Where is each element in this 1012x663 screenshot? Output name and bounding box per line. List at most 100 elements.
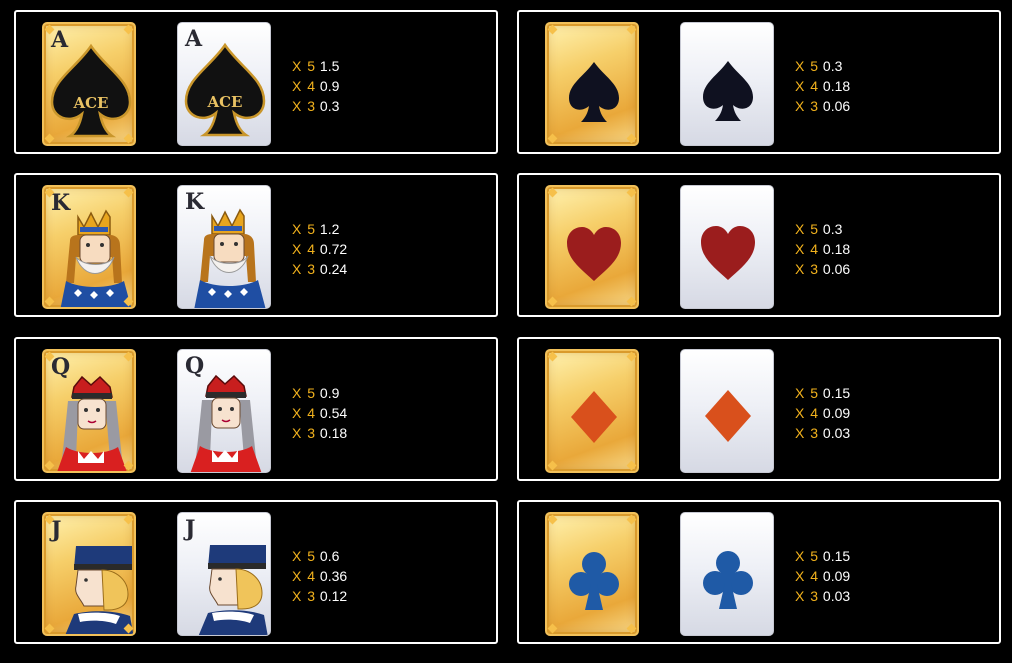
multiplier-label: X 3 [795,588,820,604]
payout-row: X 5 0.6 [292,546,347,566]
payout-row: X 5 1.2 [292,219,347,239]
club-icon [569,552,619,610]
multiplier-label: X 3 [292,98,317,114]
payout-row: X 3 0.03 [795,423,850,443]
payout-value: 0.9 [319,78,340,94]
multiplier-label: X 4 [795,241,820,257]
multiplier-label: X 5 [292,385,317,401]
card-rank: J [185,516,196,542]
multiplier-label: X 3 [292,425,317,441]
payout-value: 0.06 [822,98,851,114]
multiplier-label: X 4 [292,405,317,421]
paytable-panel-queen: Q Q X 5 0.9 X 4 0.54 X 3 0.18 [14,337,498,481]
jack-silver-card: J [177,512,271,636]
payout-value: 0.03 [822,588,851,604]
payout-row: X 5 1.5 [292,56,339,76]
multiplier-label: X 3 [795,98,820,114]
payout-value: 0.06 [822,261,851,277]
ace-label: ACE [72,94,108,112]
payout-list: X 5 1.5 X 4 0.9 X 3 0.3 [292,56,339,116]
payout-row: X 5 0.9 [292,383,347,403]
diamond-gold-card [545,349,639,473]
payout-row: X 4 0.18 [795,76,850,96]
payout-row: X 4 0.09 [795,403,850,423]
card-rank: Q [51,354,71,380]
payout-value: 0.54 [319,405,348,421]
payout-value: 0.09 [822,405,851,421]
payout-value: 0.36 [319,568,348,584]
payout-list: X 5 0.15 X 4 0.09 X 3 0.03 [795,383,850,443]
multiplier-label: X 5 [795,548,820,564]
payout-row: X 3 0.06 [795,259,850,279]
paytable-panel-spade: X 5 0.3 X 4 0.18 X 3 0.06 [517,10,1001,154]
multiplier-label: X 3 [292,261,317,277]
multiplier-label: X 5 [292,58,317,74]
payout-row: X 4 0.9 [292,76,339,96]
payout-value: 0.3 [319,98,340,114]
king-gold-card: K [42,185,136,309]
payout-list: X 5 0.9 X 4 0.54 X 3 0.18 [292,383,347,443]
payout-value: 0.15 [822,385,851,401]
paytable-panel-club: X 5 0.15 X 4 0.09 X 3 0.03 [517,500,1001,644]
card-rank: A [51,27,69,53]
payout-row: X 3 0.3 [292,96,339,116]
payout-list: X 5 0.6 X 4 0.36 X 3 0.12 [292,546,347,606]
ace-silver-card: ACE A [177,22,271,146]
multiplier-label: X 3 [795,261,820,277]
payout-row: X 5 0.3 [795,56,850,76]
multiplier-label: X 5 [795,385,820,401]
jack-gold-card: J [42,512,136,636]
payout-value: 0.3 [822,221,843,237]
paytable-panel-diamond: X 5 0.15 X 4 0.09 X 3 0.03 [517,337,1001,481]
heart-icon [701,226,755,280]
spade-silver-card [680,22,774,146]
payout-row: X 4 0.09 [795,566,850,586]
multiplier-label: X 4 [795,568,820,584]
payout-row: X 5 0.3 [795,219,850,239]
multiplier-label: X 4 [292,241,317,257]
multiplier-label: X 4 [795,405,820,421]
queen-silver-card: Q [177,349,271,473]
ace-gold-card: ACE A [42,22,136,146]
payout-value: 0.18 [319,425,348,441]
spade-gold-card [545,22,639,146]
payout-value: 1.2 [319,221,340,237]
payout-list: X 5 0.3 X 4 0.18 X 3 0.06 [795,56,850,116]
club-silver-card [680,512,774,636]
payout-value: 0.12 [319,588,348,604]
multiplier-label: X 5 [795,58,820,74]
paytable-panel-jack: J J X 5 0.6 X 4 0.36 X 3 0.12 [14,500,498,644]
spade-icon [703,61,753,121]
payout-row: X 4 0.36 [292,566,347,586]
paytable-panel-heart: X 5 0.3 X 4 0.18 X 3 0.06 [517,173,1001,317]
ace-label: ACE [206,93,242,111]
multiplier-label: X 5 [795,221,820,237]
club-gold-card [545,512,639,636]
club-icon [703,551,753,609]
payout-value: 0.18 [822,78,851,94]
payout-value: 0.09 [822,568,851,584]
payout-value: 0.03 [822,425,851,441]
payout-row: X 5 0.15 [795,383,850,403]
payout-row: X 3 0.12 [292,586,347,606]
payout-list: X 5 0.15 X 4 0.09 X 3 0.03 [795,546,850,606]
diamond-icon [571,391,617,443]
paytable-panel-ace: ACE A ACE A X 5 1.5 X 4 0.9 X 3 0.3 [14,10,498,154]
payout-row: X 4 0.72 [292,239,347,259]
payout-row: X 4 0.54 [292,403,347,423]
king-silver-card: K [177,185,271,309]
payout-list: X 5 1.2 X 4 0.72 X 3 0.24 [292,219,347,279]
payout-value: 1.5 [319,58,340,74]
multiplier-label: X 3 [795,425,820,441]
multiplier-label: X 4 [795,78,820,94]
payout-row: X 3 0.18 [292,423,347,443]
card-rank: A [185,26,203,52]
payout-value: 0.9 [319,385,340,401]
payout-list: X 5 0.3 X 4 0.18 X 3 0.06 [795,219,850,279]
payout-row: X 4 0.18 [795,239,850,259]
payout-row: X 5 0.15 [795,546,850,566]
paytable-panel-king: K K X 5 1.2 X 4 0.72 X 3 0.24 [14,173,498,317]
multiplier-label: X 5 [292,548,317,564]
payout-value: 0.6 [319,548,340,564]
spade-icon [569,62,619,122]
